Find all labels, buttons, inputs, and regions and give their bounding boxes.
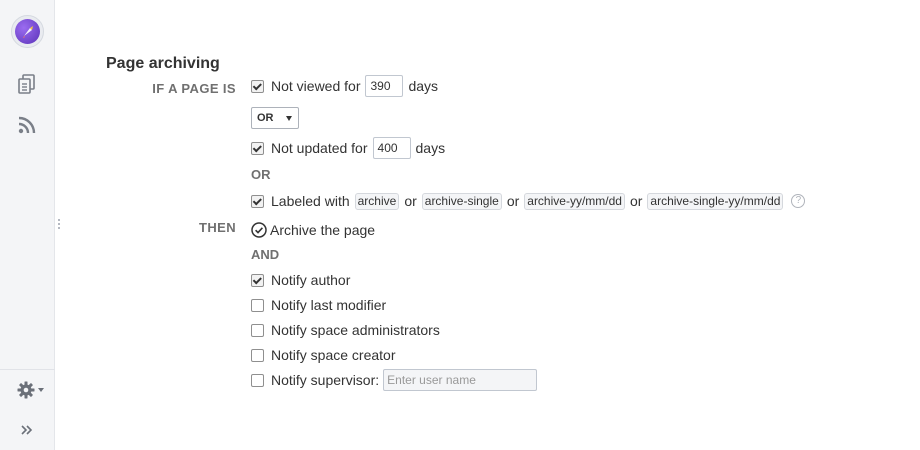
question-circle-icon[interactable]: ? (791, 194, 806, 208)
label-tag: archive (354, 192, 400, 210)
caret-down-icon (37, 388, 44, 392)
archive-action-row: Archive the page (251, 220, 375, 240)
notify-author-checkbox[interactable] (251, 273, 264, 287)
gear-icon (17, 381, 35, 399)
not-updated-days-unit: days (415, 140, 446, 156)
operator-select[interactable]: OR (251, 107, 299, 129)
sidebar (0, 0, 55, 450)
not-viewed-checkbox[interactable] (251, 79, 264, 93)
notify-space-admins-label: Notify space administrators (271, 322, 440, 338)
or-conjunction: OR (251, 167, 271, 182)
notify-last-modifier-row: Notify last modifier (251, 296, 386, 314)
not-updated-label: Not updated for (271, 140, 368, 156)
not-viewed-row: Not viewed for 390 days (251, 75, 438, 97)
not-viewed-days-unit: days (408, 78, 439, 94)
label-tag: archive-single (421, 192, 502, 210)
or-separator: or (506, 193, 520, 209)
operator-select-value: OR (257, 112, 274, 124)
notify-supervisor-row: Notify supervisor: Enter user name (251, 369, 538, 391)
notify-space-creator-checkbox[interactable] (251, 348, 264, 362)
rocket-logo-icon (15, 19, 40, 44)
notify-last-modifier-label: Notify last modifier (271, 297, 387, 313)
notify-author-label: Notify author (271, 272, 351, 288)
page-title: Page archiving (106, 55, 220, 72)
if-a-page-is-label: IF A PAGE IS (152, 81, 236, 96)
or-separator: or (629, 193, 643, 209)
rss-feed-icon[interactable] (16, 114, 38, 136)
labeled-with-row: Labeled with archive or archive-single o… (251, 191, 806, 211)
not-updated-checkbox[interactable] (251, 141, 264, 155)
double-chevron-right-icon[interactable] (16, 419, 38, 441)
label-tag: archive-single-yy/mm/dd (647, 192, 784, 210)
notify-last-modifier-checkbox[interactable] (251, 298, 264, 312)
check-circle-icon (251, 222, 267, 238)
not-viewed-days-input[interactable]: 390 (365, 75, 404, 97)
archive-action-label: Archive the page (270, 222, 376, 238)
notify-supervisor-checkbox[interactable] (251, 373, 264, 387)
notify-space-creator-row: Notify space creator (251, 346, 396, 364)
not-updated-days-input[interactable]: 400 (372, 137, 411, 159)
sidebar-resize-handle[interactable] (58, 219, 62, 233)
pages-icon[interactable] (16, 73, 38, 95)
or-separator: or (404, 193, 417, 209)
settings-menu-button[interactable] (14, 379, 46, 401)
supervisor-user-input[interactable]: Enter user name (383, 369, 538, 391)
notify-author-row: Notify author (251, 271, 350, 289)
and-conjunction: AND (251, 247, 280, 262)
chevron-down-icon (286, 115, 292, 121)
notify-space-admins-checkbox[interactable] (251, 323, 264, 337)
label-tag: archive-yy/mm/dd (524, 192, 625, 210)
not-viewed-label: Not viewed for (271, 78, 361, 94)
notify-supervisor-label: Notify supervisor: (271, 372, 380, 388)
space-logo[interactable] (11, 15, 44, 48)
then-label: THEN (199, 220, 236, 235)
not-updated-row: Not updated for 400 days (251, 137, 445, 159)
notify-space-creator-label: Notify space creator (271, 347, 396, 363)
labeled-with-checkbox[interactable] (251, 194, 264, 208)
labeled-with-label: Labeled with (271, 193, 350, 209)
notify-space-admins-row: Notify space administrators (251, 321, 440, 339)
sidebar-divider (0, 369, 55, 370)
